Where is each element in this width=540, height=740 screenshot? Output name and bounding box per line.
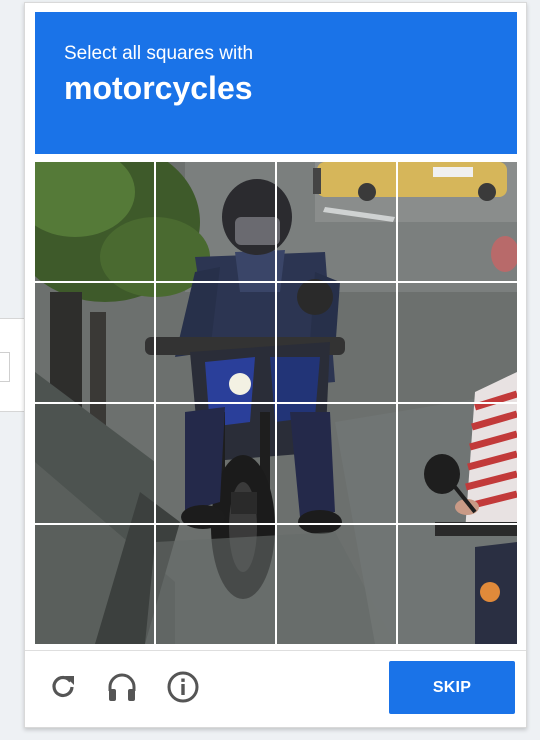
challenge-footer: SKIP [25,650,526,727]
tile-image [35,162,154,281]
info-icon[interactable] [166,670,200,704]
grid-tile-r1-c1[interactable] [35,162,154,281]
tile-image [156,404,275,523]
tile-image [277,162,396,281]
grid-tile-r4-c1[interactable] [35,525,154,644]
grid-tile-r1-c3[interactable] [277,162,396,281]
tile-image [398,404,517,523]
image-grid [35,162,517,644]
tile-image [398,162,517,281]
tile-image [277,404,396,523]
grid-tile-r1-c4[interactable] [398,162,517,281]
grid-tile-r3-c3[interactable] [277,404,396,523]
challenge-target: motorcycles [64,70,253,106]
reload-icon[interactable] [46,670,80,704]
tile-image [35,404,154,523]
tile-image [277,525,396,644]
grid-tile-r1-c2[interactable] [156,162,275,281]
grid-tile-r3-c4[interactable] [398,404,517,523]
challenge-header: Select all squares with motorcycles [35,12,517,154]
grid-tile-r3-c1[interactable] [35,404,154,523]
tile-image [156,283,275,402]
grid-tile-r2-c2[interactable] [156,283,275,402]
grid-tile-r4-c2[interactable] [156,525,275,644]
skip-button[interactable]: SKIP [389,661,515,714]
headphones-icon[interactable] [105,670,139,704]
tile-image [35,283,154,402]
tile-image [398,525,517,644]
grid-tile-r2-c1[interactable] [35,283,154,402]
grid-tile-r4-c4[interactable] [398,525,517,644]
grid-tile-r4-c3[interactable] [277,525,396,644]
tile-image [277,283,396,402]
grid-tile-r2-c3[interactable] [277,283,396,402]
side-tab [0,318,35,412]
tile-image [156,162,275,281]
grid-tile-r2-c4[interactable] [398,283,517,402]
challenge-instruction: Select all squares with [64,43,254,64]
captcha-dialog: Select all squares with motorcycles SKIP [24,2,527,728]
tile-image [156,525,275,644]
tile-image [35,525,154,644]
side-tab-notch [0,352,10,382]
tile-image [398,283,517,402]
grid-tile-r3-c2[interactable] [156,404,275,523]
